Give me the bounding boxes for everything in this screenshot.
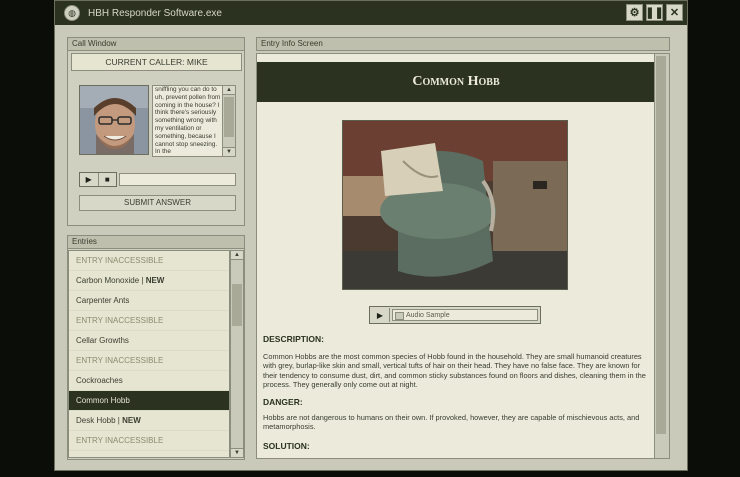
caller-photo xyxy=(79,85,149,155)
entry-item[interactable]: ENTRY INACCESSIBLE xyxy=(69,451,229,457)
danger-heading: DANGER: xyxy=(263,397,303,407)
entry-photo xyxy=(342,120,568,290)
entry-label: Common Hobb xyxy=(76,396,130,405)
current-caller-label: CURRENT CALLER: MIKE xyxy=(71,53,242,71)
entry-item[interactable]: ENTRY INACCESSIBLE xyxy=(69,311,229,331)
solution-heading: SOLUTION: xyxy=(263,441,310,451)
scroll-up-icon[interactable]: ▲ xyxy=(223,86,235,95)
info-scrollbar[interactable] xyxy=(654,54,669,458)
entry-label: Cellar Growths xyxy=(76,336,129,345)
entry-item[interactable]: ENTRY INACCESSIBLE xyxy=(69,351,229,371)
new-badge: NEW xyxy=(145,276,165,285)
entry-item[interactable]: ENTRY INACCESSIBLE xyxy=(69,251,229,271)
call-window-header: Call Window xyxy=(67,37,245,51)
scroll-up-icon[interactable]: ▲ xyxy=(231,251,243,260)
audio-sample-player: ▶ Audio Sample xyxy=(369,306,541,324)
audio-thumb[interactable] xyxy=(395,312,404,320)
entry-title: Common Hobb xyxy=(257,62,655,102)
transcript-box[interactable]: sniffling you can do to uh, prevent poll… xyxy=(152,85,236,157)
pause-icon[interactable]: ❚❚ xyxy=(645,4,664,21)
entry-label: ENTRY INACCESSIBLE xyxy=(76,456,163,457)
scroll-thumb[interactable] xyxy=(224,97,234,137)
scroll-down-icon[interactable]: ▼ xyxy=(231,448,243,457)
entry-label: Cockroaches xyxy=(76,376,123,385)
entry-item[interactable]: Carpenter Ants xyxy=(69,291,229,311)
entry-label: ENTRY INACCESSIBLE xyxy=(76,356,164,365)
entry-item[interactable]: ENTRY INACCESSIBLE xyxy=(69,431,229,451)
entry-item[interactable]: Cockroaches xyxy=(69,371,229,391)
entries-scrollbar[interactable]: ▲ ▼ xyxy=(230,250,244,458)
call-audio-controls: ▶ ■ xyxy=(79,172,117,187)
audio-sample-label: Audio Sample xyxy=(406,312,450,319)
scroll-thumb[interactable] xyxy=(656,56,666,434)
globe-icon: ◍ xyxy=(64,5,80,21)
entry-item[interactable]: Desk Hobb | NEW xyxy=(69,411,229,431)
danger-text: Hobbs are not dangerous to humans on the… xyxy=(263,413,640,432)
entry-label: Desk Hobb xyxy=(76,416,116,425)
scroll-thumb[interactable] xyxy=(232,284,242,326)
entries-header: Entries xyxy=(67,235,245,249)
description-heading: DESCRIPTION: xyxy=(263,334,324,344)
entry-label: Carbon Monoxide xyxy=(76,276,140,285)
entry-info-panel: Common Hobb ▶ Audio Sample DESCRIPTION: … xyxy=(256,53,670,459)
play-icon[interactable]: ▶ xyxy=(80,173,99,186)
entry-item[interactable]: Carbon Monoxide | NEW xyxy=(69,271,229,291)
description-text: Common Hobbs are the most common species… xyxy=(263,352,646,390)
new-badge: NEW xyxy=(122,416,141,425)
entry-label: ENTRY INACCESSIBLE xyxy=(76,256,164,265)
submit-answer-button[interactable]: SUBMIT ANSWER xyxy=(79,195,236,211)
entry-item[interactable]: Cellar Growths xyxy=(69,331,229,351)
stop-icon[interactable]: ■ xyxy=(99,173,117,186)
window-title: HBH Responder Software.exe xyxy=(88,7,222,19)
scroll-down-icon[interactable]: ▼ xyxy=(223,147,235,156)
entry-info-header: Entry Info Screen xyxy=(256,37,670,51)
entries-list: ENTRY INACCESSIBLE Carbon Monoxide | NEW C… xyxy=(68,250,230,458)
gear-icon[interactable]: ⚙ xyxy=(626,4,643,21)
title-bar: ◍ HBH Responder Software.exe ⚙ ❚❚ ✕ xyxy=(55,1,687,25)
audio-sample-track[interactable]: Audio Sample xyxy=(392,309,538,321)
transcript-scrollbar[interactable]: ▲ ▼ xyxy=(222,86,235,156)
call-audio-track[interactable] xyxy=(119,173,236,186)
app-window: ◍ HBH Responder Software.exe ⚙ ❚❚ ✕ Call… xyxy=(54,0,688,471)
caller-transcript: sniffling you can do to uh, prevent poll… xyxy=(155,86,221,156)
window-controls: ⚙ ❚❚ ✕ xyxy=(626,4,683,21)
entry-label: ENTRY INACCESSIBLE xyxy=(76,316,164,325)
play-icon[interactable]: ▶ xyxy=(371,308,390,322)
close-icon[interactable]: ✕ xyxy=(666,4,683,21)
entry-label: Carpenter Ants xyxy=(76,296,130,305)
entry-item[interactable]: Common Hobb xyxy=(69,391,229,411)
entry-label: ENTRY INACCESSIBLE xyxy=(76,436,164,445)
